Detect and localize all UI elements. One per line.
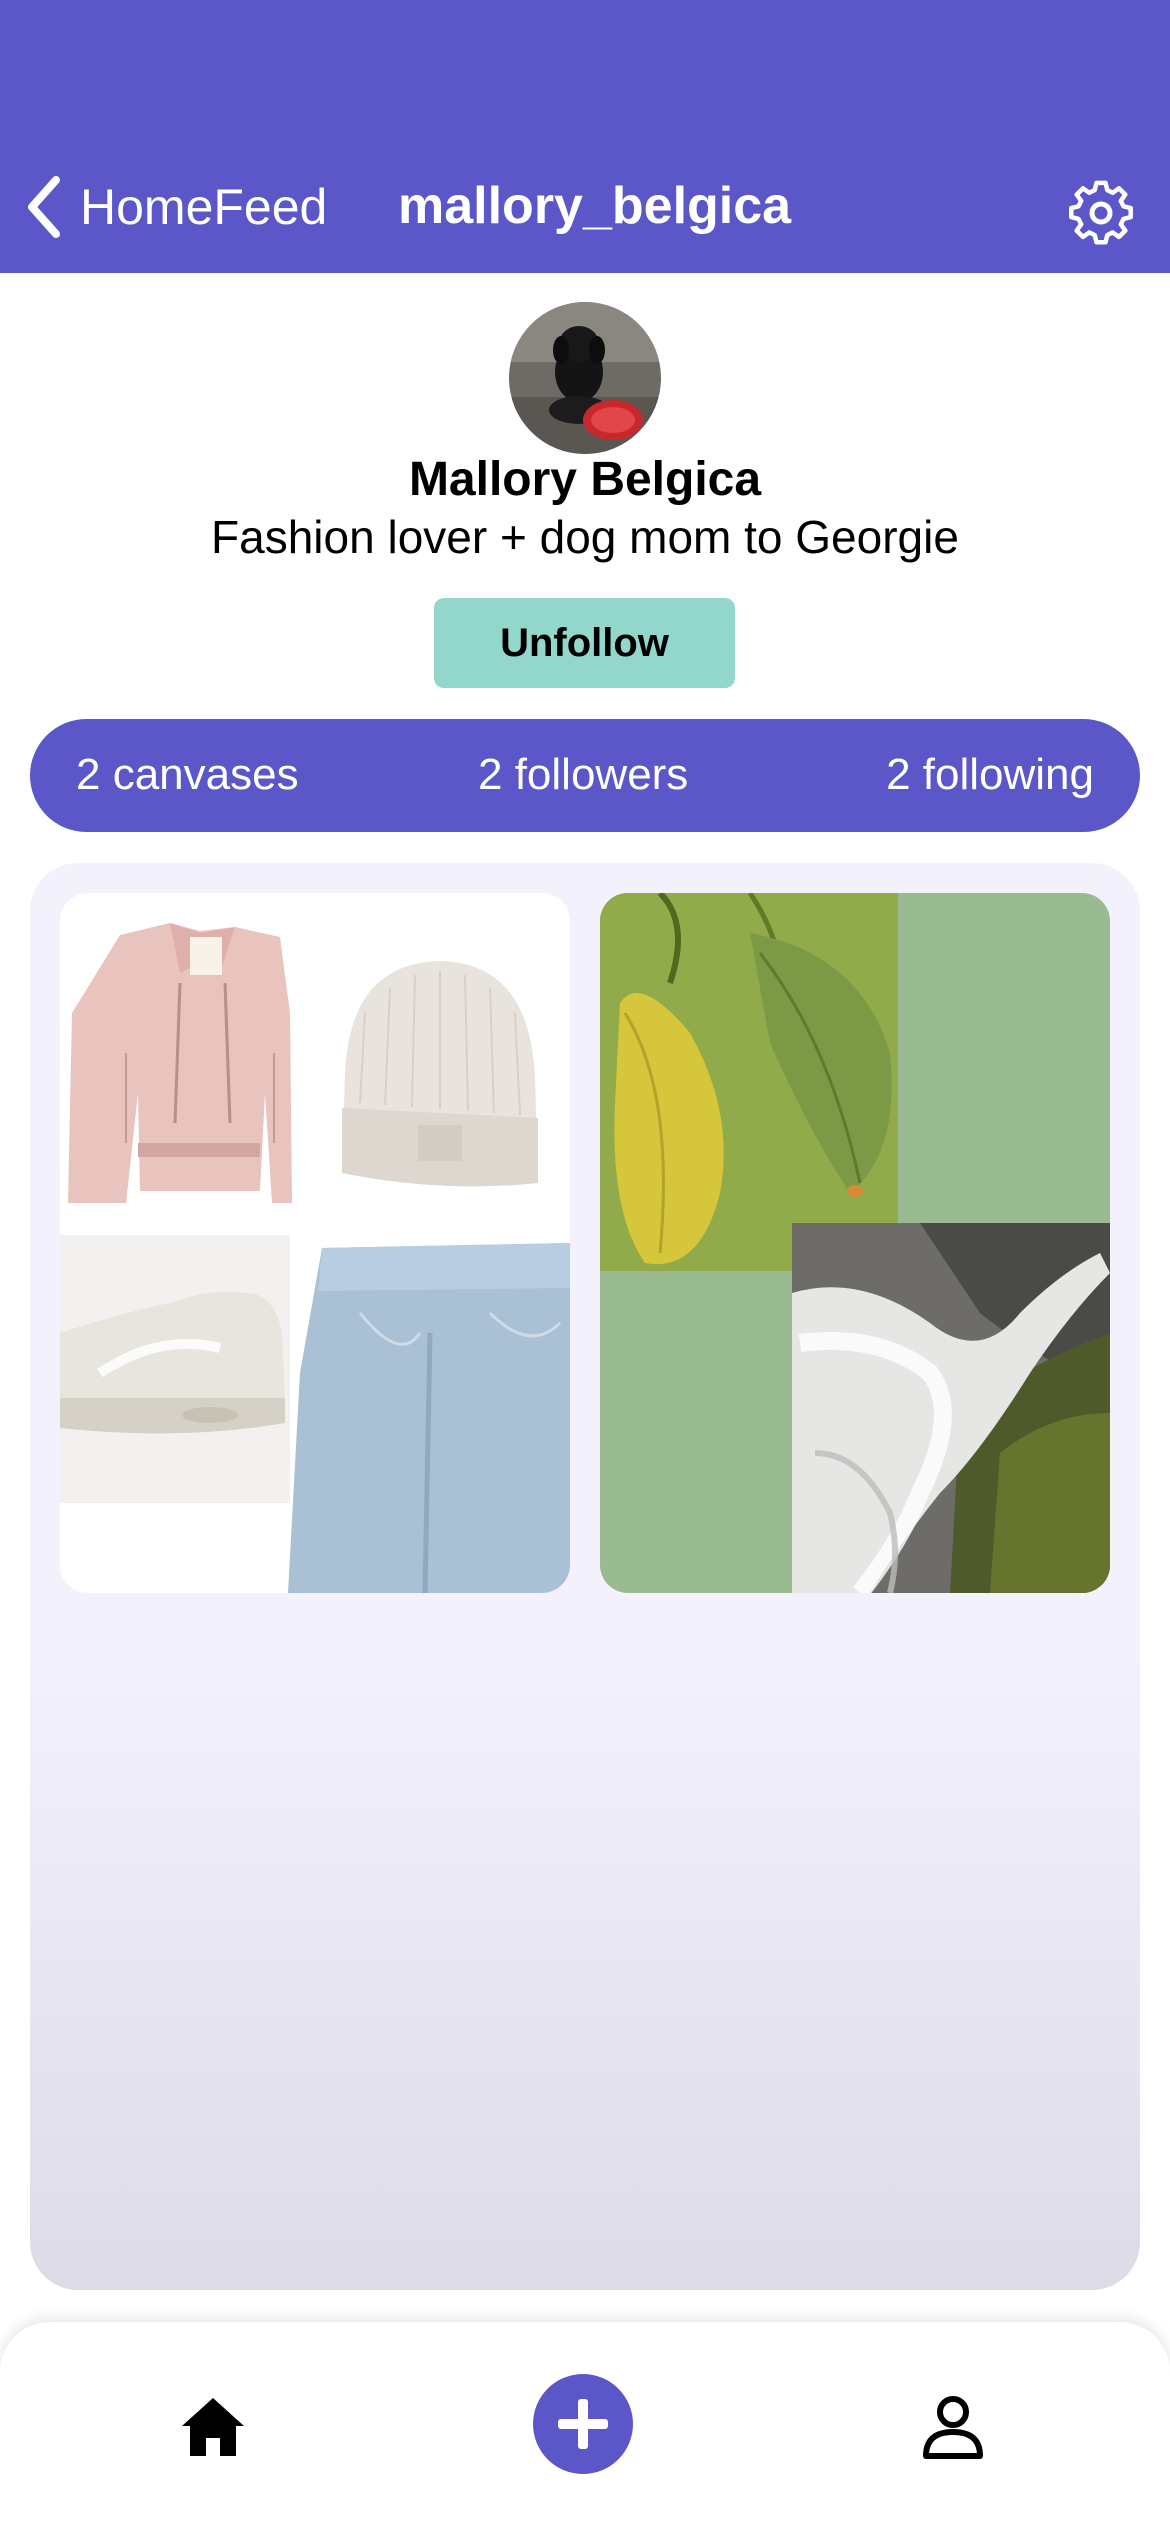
bio-text: Fashion lover + dog mom to Georgie [211,511,959,563]
cream-beanie [342,961,538,1187]
unfollow-button[interactable]: Unfollow [434,598,735,688]
add-icon [558,2399,608,2449]
page-title: mallory_belgica [398,177,792,235]
add-button[interactable] [533,2374,633,2474]
back-button-label: HomeFeed [80,179,328,235]
stat-followers[interactable]: 2 followers [478,750,688,800]
back-button[interactable]: HomeFeed [22,170,327,244]
canvas-grid [30,863,1140,2290]
lemon-leaf-photo [600,893,898,1271]
chevron-left-icon [28,176,60,238]
canvas-card-fashion[interactable] [60,893,570,1593]
display-name: Mallory Belgica [408,453,762,506]
stat-following[interactable]: 2 following [886,750,1094,800]
pink-leather-jacket [68,923,292,1203]
gear-icon[interactable] [1066,178,1136,248]
light-wash-jeans [288,1243,570,1593]
tab-bar [0,2322,1170,2532]
avatar [509,302,661,454]
profile-stats: 2 canvases 2 followers 2 following [30,719,1140,832]
home-icon[interactable] [178,2392,248,2462]
waterfall-photo [792,1223,1110,1593]
top-bar: HomeFeed mallory_belgica [0,0,1170,273]
stat-canvases[interactable]: 2 canvases [76,750,299,800]
profile-icon[interactable] [918,2392,988,2462]
canvas-card-nature[interactable] [600,893,1110,1593]
white-sneaker [60,1235,290,1503]
